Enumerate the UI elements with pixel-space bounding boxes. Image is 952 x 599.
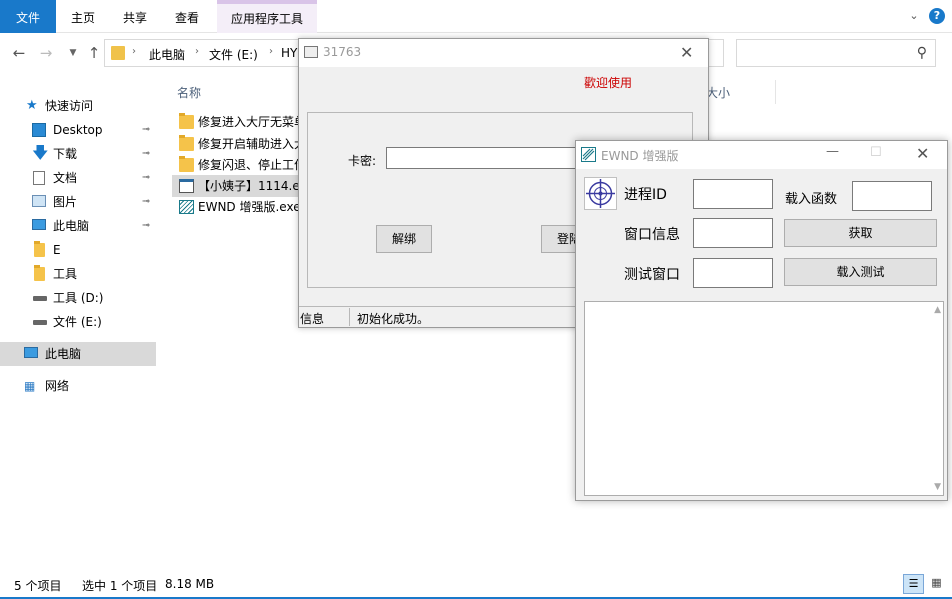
pid-label: 进程ID <box>624 187 667 203</box>
recent-chevron-icon[interactable]: ▼ <box>64 44 82 62</box>
download-icon: 🡇 <box>32 143 49 162</box>
breadcrumb-separator-icon[interactable]: › <box>269 46 273 57</box>
nav-documents[interactable]: 文档 ➟ <box>0 166 156 190</box>
nav-quick-access[interactable]: ★ 快速访问 <box>0 94 156 118</box>
tab-home[interactable]: 主页 <box>60 0 106 33</box>
document-icon <box>33 171 45 185</box>
ewnd-app-icon <box>581 147 596 162</box>
nav-folder-tools[interactable]: 工具 <box>0 262 156 286</box>
nav-pictures[interactable]: 图片 ➟ <box>0 190 156 214</box>
tab-app-tools[interactable]: 应用程序工具 <box>217 0 317 33</box>
network-icon: ▦ <box>24 379 36 393</box>
nav-this-pc[interactable]: 此电脑 <box>0 342 156 366</box>
nav-folder-e[interactable]: E <box>0 238 156 262</box>
crosshair-logo-icon <box>584 177 617 210</box>
close-icon[interactable]: ✕ <box>680 43 693 62</box>
nav-this-pc-pinned[interactable]: 此电脑 ➟ <box>0 214 156 238</box>
breadcrumb-this-pc[interactable]: 此电脑 <box>149 46 185 63</box>
scroll-up-icon[interactable]: ▲ <box>934 305 941 315</box>
window-info-input[interactable] <box>693 218 773 248</box>
search-icon[interactable]: ⚲ <box>917 45 927 61</box>
get-button[interactable]: 获取 <box>784 219 937 247</box>
dialog-titlebar[interactable]: 31763 ✕ <box>299 39 708 67</box>
status-size: 8.18 MB <box>165 577 215 591</box>
test-window-label: 测试窗口 <box>624 267 680 283</box>
status-bar: 5 个项目 选中 1 个项目 8.18 MB ☰ ▦ <box>0 570 952 599</box>
breadcrumb-drive-e[interactable]: 文件 (E:) <box>209 46 258 63</box>
nav-drive-e[interactable]: 文件 (E:) <box>0 310 156 334</box>
nav-drive-d[interactable]: 工具 (D:) <box>0 286 156 310</box>
chevron-down-icon[interactable]: ⌄ <box>906 9 922 25</box>
unbind-button[interactable]: 解绑 <box>376 225 432 253</box>
desktop-icon <box>32 123 46 137</box>
pin-icon[interactable]: ➟ <box>142 142 150 166</box>
ribbon: 文件 主页 共享 查看 应用程序工具 ⌄ ? <box>0 0 952 33</box>
tab-view[interactable]: 查看 <box>164 0 210 33</box>
status-message: 初始化成功。 <box>357 312 430 326</box>
folder-icon <box>34 241 45 257</box>
breadcrumb-separator-icon[interactable]: › <box>132 46 136 57</box>
minimize-icon[interactable]: — <box>826 144 839 159</box>
column-header-size[interactable]: 大小 <box>706 84 730 101</box>
load-function-label: 载入函数 <box>785 192 838 207</box>
search-input[interactable]: ⚲ <box>736 39 936 67</box>
close-icon[interactable]: ✕ <box>916 144 929 163</box>
tab-file[interactable]: 文件 <box>0 0 56 33</box>
file-row-selected[interactable]: 【小姨子】1114.exe <box>172 175 314 197</box>
computer-icon <box>24 347 38 358</box>
up-arrow-icon[interactable]: ↑ <box>85 44 103 62</box>
load-test-button[interactable]: 载入测试 <box>784 258 937 286</box>
column-header-name[interactable]: 名称 <box>177 84 201 101</box>
folder-icon <box>111 46 125 60</box>
ewnd-dialog: EWND 增强版 — ☐ ✕ 进程ID 载入函数 窗口信息 获取 测试窗口 载入… <box>575 140 948 501</box>
window-icon <box>304 46 318 58</box>
card-key-label: 卡密: <box>348 154 377 168</box>
pid-input[interactable] <box>693 179 773 209</box>
dialog-titlebar[interactable]: EWND 增强版 — ☐ ✕ <box>576 141 947 169</box>
pin-icon[interactable]: ➟ <box>142 166 150 190</box>
exe-icon <box>179 179 194 193</box>
folder-icon <box>34 265 45 281</box>
status-item-count: 5 个项目 <box>14 579 62 593</box>
details-view-icon[interactable]: ☰ <box>903 574 924 594</box>
welcome-text: 歡迎使用 <box>584 76 633 90</box>
forward-arrow-icon[interactable]: → <box>37 44 55 62</box>
help-icon[interactable]: ? <box>929 8 945 24</box>
nav-desktop[interactable]: Desktop ➟ <box>0 118 156 142</box>
tab-share[interactable]: 共享 <box>112 0 158 33</box>
card-key-input[interactable] <box>386 147 586 169</box>
log-textarea[interactable]: ▲ ▼ <box>584 301 944 496</box>
back-arrow-icon[interactable]: ← <box>10 44 28 62</box>
maximize-icon[interactable]: ☐ <box>870 145 882 160</box>
column-divider[interactable] <box>775 80 776 104</box>
nav-downloads[interactable]: 🡇 下载 ➟ <box>0 142 156 166</box>
load-function-input[interactable] <box>852 181 932 211</box>
pin-icon[interactable]: ➟ <box>142 190 150 214</box>
ewnd-app-icon <box>179 200 194 214</box>
pin-icon[interactable]: ➟ <box>142 214 150 238</box>
status-divider <box>349 308 350 326</box>
status-label: 信息 <box>300 312 325 326</box>
folder-icon <box>179 156 194 172</box>
status-selection: 选中 1 个项目 <box>82 579 158 593</box>
drive-icon <box>33 320 47 325</box>
nav-network[interactable]: ▦ 网络 <box>0 374 156 398</box>
computer-icon <box>32 219 46 230</box>
folder-icon <box>179 135 194 151</box>
pin-icon[interactable]: ➟ <box>142 118 150 142</box>
test-window-input[interactable] <box>693 258 773 288</box>
scroll-down-icon[interactable]: ▼ <box>934 482 941 492</box>
star-icon: ★ <box>26 98 38 113</box>
window-info-label: 窗口信息 <box>624 227 680 243</box>
breadcrumb-separator-icon[interactable]: › <box>195 46 199 57</box>
picture-icon <box>32 195 46 207</box>
dialog-title: EWND 增强版 <box>601 149 679 163</box>
dialog-title: 31763 <box>323 45 362 59</box>
breadcrumb-hy[interactable]: HY <box>281 46 297 60</box>
large-icons-view-icon[interactable]: ▦ <box>926 574 947 594</box>
folder-icon <box>179 113 194 129</box>
drive-icon <box>33 296 47 301</box>
